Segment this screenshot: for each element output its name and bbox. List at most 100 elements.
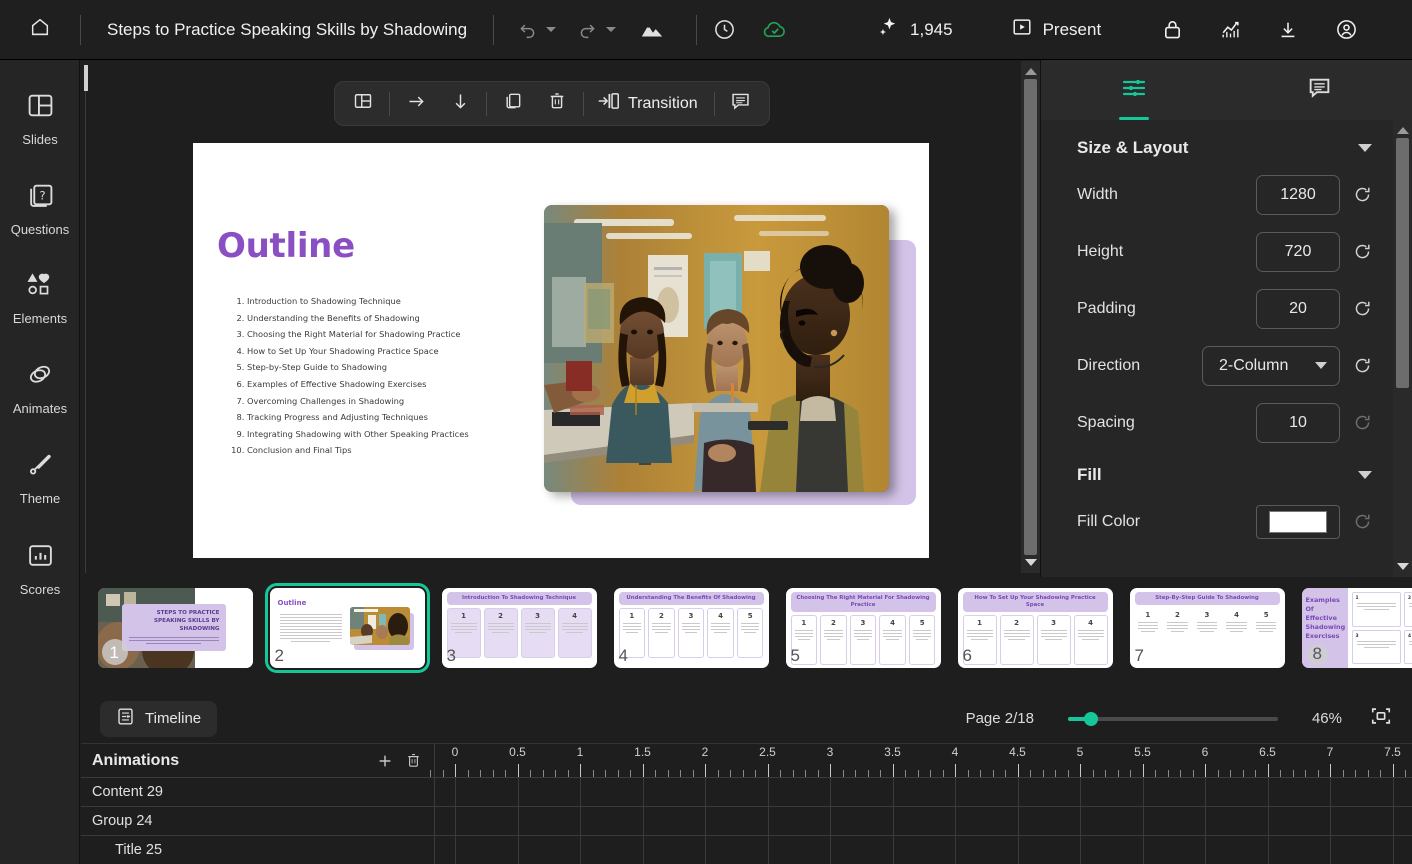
account-avatar-icon[interactable] [1317, 18, 1375, 41]
padding-input[interactable]: 20 [1256, 288, 1340, 329]
reset-width-icon[interactable] [1340, 185, 1372, 204]
version-history-icon[interactable] [697, 18, 751, 41]
slide-title-text[interactable]: Outline [217, 226, 355, 266]
tab-notes[interactable] [1227, 60, 1412, 120]
sidebar-item-elements[interactable]: Elements [0, 254, 80, 344]
move-down-button[interactable] [438, 81, 482, 126]
fit-to-screen-button[interactable] [1370, 705, 1392, 732]
thumbnail-cell[interactable]: Introduction To Shadowing Technique 1 2 … [433, 578, 605, 678]
redo-dropdown-chevron-down-icon[interactable] [606, 27, 617, 32]
divider [486, 91, 487, 116]
direction-select[interactable]: 2-Column [1202, 345, 1340, 386]
animation-time-ruler[interactable]: 0 0.5 1 1.5 2 2.5 3 3.5 4 4.5 5 5.5 6 6.5 7 7.5 [430, 744, 1412, 778]
track-gridline [705, 778, 706, 864]
scroll-down-arrow-icon[interactable] [1024, 559, 1037, 566]
zoom-slider-knob[interactable] [1083, 711, 1098, 726]
animation-row[interactable]: Content 29 [81, 778, 435, 807]
reset-spacing-icon[interactable] [1340, 413, 1372, 432]
animation-track[interactable] [435, 778, 1412, 807]
animation-row[interactable]: Title 25 [81, 836, 435, 864]
ruler-tick-minor [730, 770, 731, 777]
width-input[interactable]: 1280 [1256, 174, 1340, 215]
thumbnail-cell[interactable]: How To Set Up Your Shadowing Practice Sp… [949, 578, 1121, 678]
undo-icon[interactable] [512, 19, 542, 40]
reset-direction-icon[interactable] [1340, 356, 1372, 375]
slide-photo[interactable] [544, 205, 889, 492]
scroll-up-arrow-icon[interactable] [1396, 127, 1409, 134]
thumbnail-column: 4 [879, 615, 906, 665]
ruler-label: 0 [451, 745, 459, 759]
thumbnail-cell[interactable]: STEPS TO PRACTICE SPEAKING SKILLS BY SHA… [89, 578, 261, 678]
chevron-down-icon[interactable] [1358, 144, 1372, 152]
slide-thumbnail-6[interactable]: How To Set Up Your Shadowing Practice Sp… [957, 588, 1113, 668]
reset-padding-icon[interactable] [1340, 299, 1372, 318]
thumbnail-cell[interactable]: Examples Of Effective Shadowing Exercise… [1293, 578, 1412, 678]
transition-button[interactable]: Transition [588, 81, 710, 126]
properties-panel-scrollbar[interactable] [1393, 120, 1412, 577]
canvas-scrollbar-thumb[interactable] [1024, 79, 1037, 555]
slide-outline-list[interactable]: Introduction to Shadowing Technique Unde… [217, 293, 527, 459]
duplicate-button[interactable] [491, 81, 535, 126]
ruler-tick-minor [1380, 770, 1381, 777]
redo-icon[interactable] [572, 19, 602, 40]
slide-thumbnail-strip[interactable]: STEPS TO PRACTICE SPEAKING SKILLS BY SHA… [81, 578, 1412, 678]
slide-thumbnail-1[interactable]: STEPS TO PRACTICE SPEAKING SKILLS BY SHA… [97, 588, 253, 668]
thumbnail-cell[interactable]: Choosing The Right Material For Shadowin… [777, 578, 949, 678]
sidebar-item-theme[interactable]: Theme [0, 434, 80, 524]
chevron-down-icon[interactable] [1358, 471, 1372, 479]
tab-properties[interactable] [1041, 60, 1227, 120]
slide-thumbnail-3[interactable]: Introduction To Shadowing Technique 1 2 … [441, 588, 597, 668]
thumbnail-cell[interactable]: Step-By-Step Guide To Shadowing 1 2 3 4 … [1121, 578, 1293, 678]
sidebar-item-scores[interactable]: Scores [0, 524, 80, 614]
ruler-tick-major [1392, 764, 1394, 777]
properties-scrollbar-thumb[interactable] [1396, 138, 1409, 388]
present-button[interactable]: Present [1011, 16, 1101, 43]
animation-row[interactable]: Group 24 [81, 807, 435, 836]
scroll-down-arrow-icon[interactable] [1396, 563, 1409, 570]
sidebar-item-slides[interactable]: Slides [0, 74, 80, 164]
sidebar-item-questions[interactable]: ? Questions [0, 164, 80, 254]
section-size-layout-header[interactable]: Size & Layout [1041, 120, 1394, 166]
lock-icon[interactable] [1143, 18, 1201, 41]
scores-chart-icon [27, 542, 54, 574]
canvas-left-scrollbar-track[interactable] [85, 91, 86, 573]
trash-icon [547, 91, 567, 116]
ai-credits[interactable]: 1,945 [877, 16, 953, 44]
image-insert-icon[interactable] [630, 20, 674, 40]
slide-thumbnail-2[interactable]: Outline 2 [264, 583, 430, 673]
scroll-up-arrow-icon[interactable] [1024, 68, 1037, 75]
slide-thumbnail-5[interactable]: Choosing The Right Material For Shadowin… [785, 588, 941, 668]
fill-color-swatch[interactable] [1256, 504, 1340, 539]
canvas-left-scrollbar-thumb[interactable] [84, 65, 88, 91]
zoom-slider[interactable] [1067, 711, 1278, 726]
document-title[interactable]: Steps to Practice Speaking Skills by Sha… [81, 20, 493, 40]
undo-dropdown-chevron-down-icon[interactable] [546, 27, 557, 32]
add-animation-button[interactable] [371, 752, 399, 770]
slide-thumbnail-8[interactable]: Examples Of Effective Shadowing Exercise… [1301, 588, 1412, 668]
reset-fill-color-icon[interactable] [1340, 512, 1372, 531]
slide-thumbnail-7[interactable]: Step-By-Step Guide To Shadowing 1 2 3 4 … [1129, 588, 1285, 668]
timeline-toggle-button[interactable]: Timeline [100, 700, 218, 737]
section-fill-header[interactable]: Fill [1041, 451, 1394, 493]
delete-animation-button[interactable] [399, 752, 427, 769]
move-right-button[interactable] [394, 81, 438, 126]
comment-button[interactable] [719, 81, 763, 126]
canvas-vertical-scrollbar[interactable] [1021, 61, 1040, 573]
analytics-icon[interactable] [1201, 19, 1259, 41]
reset-height-icon[interactable] [1340, 242, 1372, 261]
home-button[interactable] [0, 0, 80, 60]
animation-track[interactable] [435, 836, 1412, 864]
current-slide[interactable]: Outline Introduction to Shadowing Techni… [193, 143, 929, 558]
spacing-input[interactable]: 10 [1256, 402, 1340, 443]
slide-thumbnail-4[interactable]: Understanding The Benefits Of Shadowing … [613, 588, 769, 668]
animation-track-grid[interactable] [435, 778, 1412, 864]
download-icon[interactable] [1259, 19, 1317, 41]
animation-track[interactable] [435, 807, 1412, 836]
thumbnail-cell[interactable]: Understanding The Benefits Of Shadowing … [605, 578, 777, 678]
height-input[interactable]: 720 [1256, 231, 1340, 272]
thumbnail-cell[interactable]: Outline 2 [261, 578, 433, 678]
fit-to-screen-icon [1370, 708, 1392, 731]
delete-button[interactable] [535, 81, 579, 126]
layout-button[interactable] [341, 81, 385, 126]
sidebar-item-animates[interactable]: Animates [0, 344, 80, 434]
